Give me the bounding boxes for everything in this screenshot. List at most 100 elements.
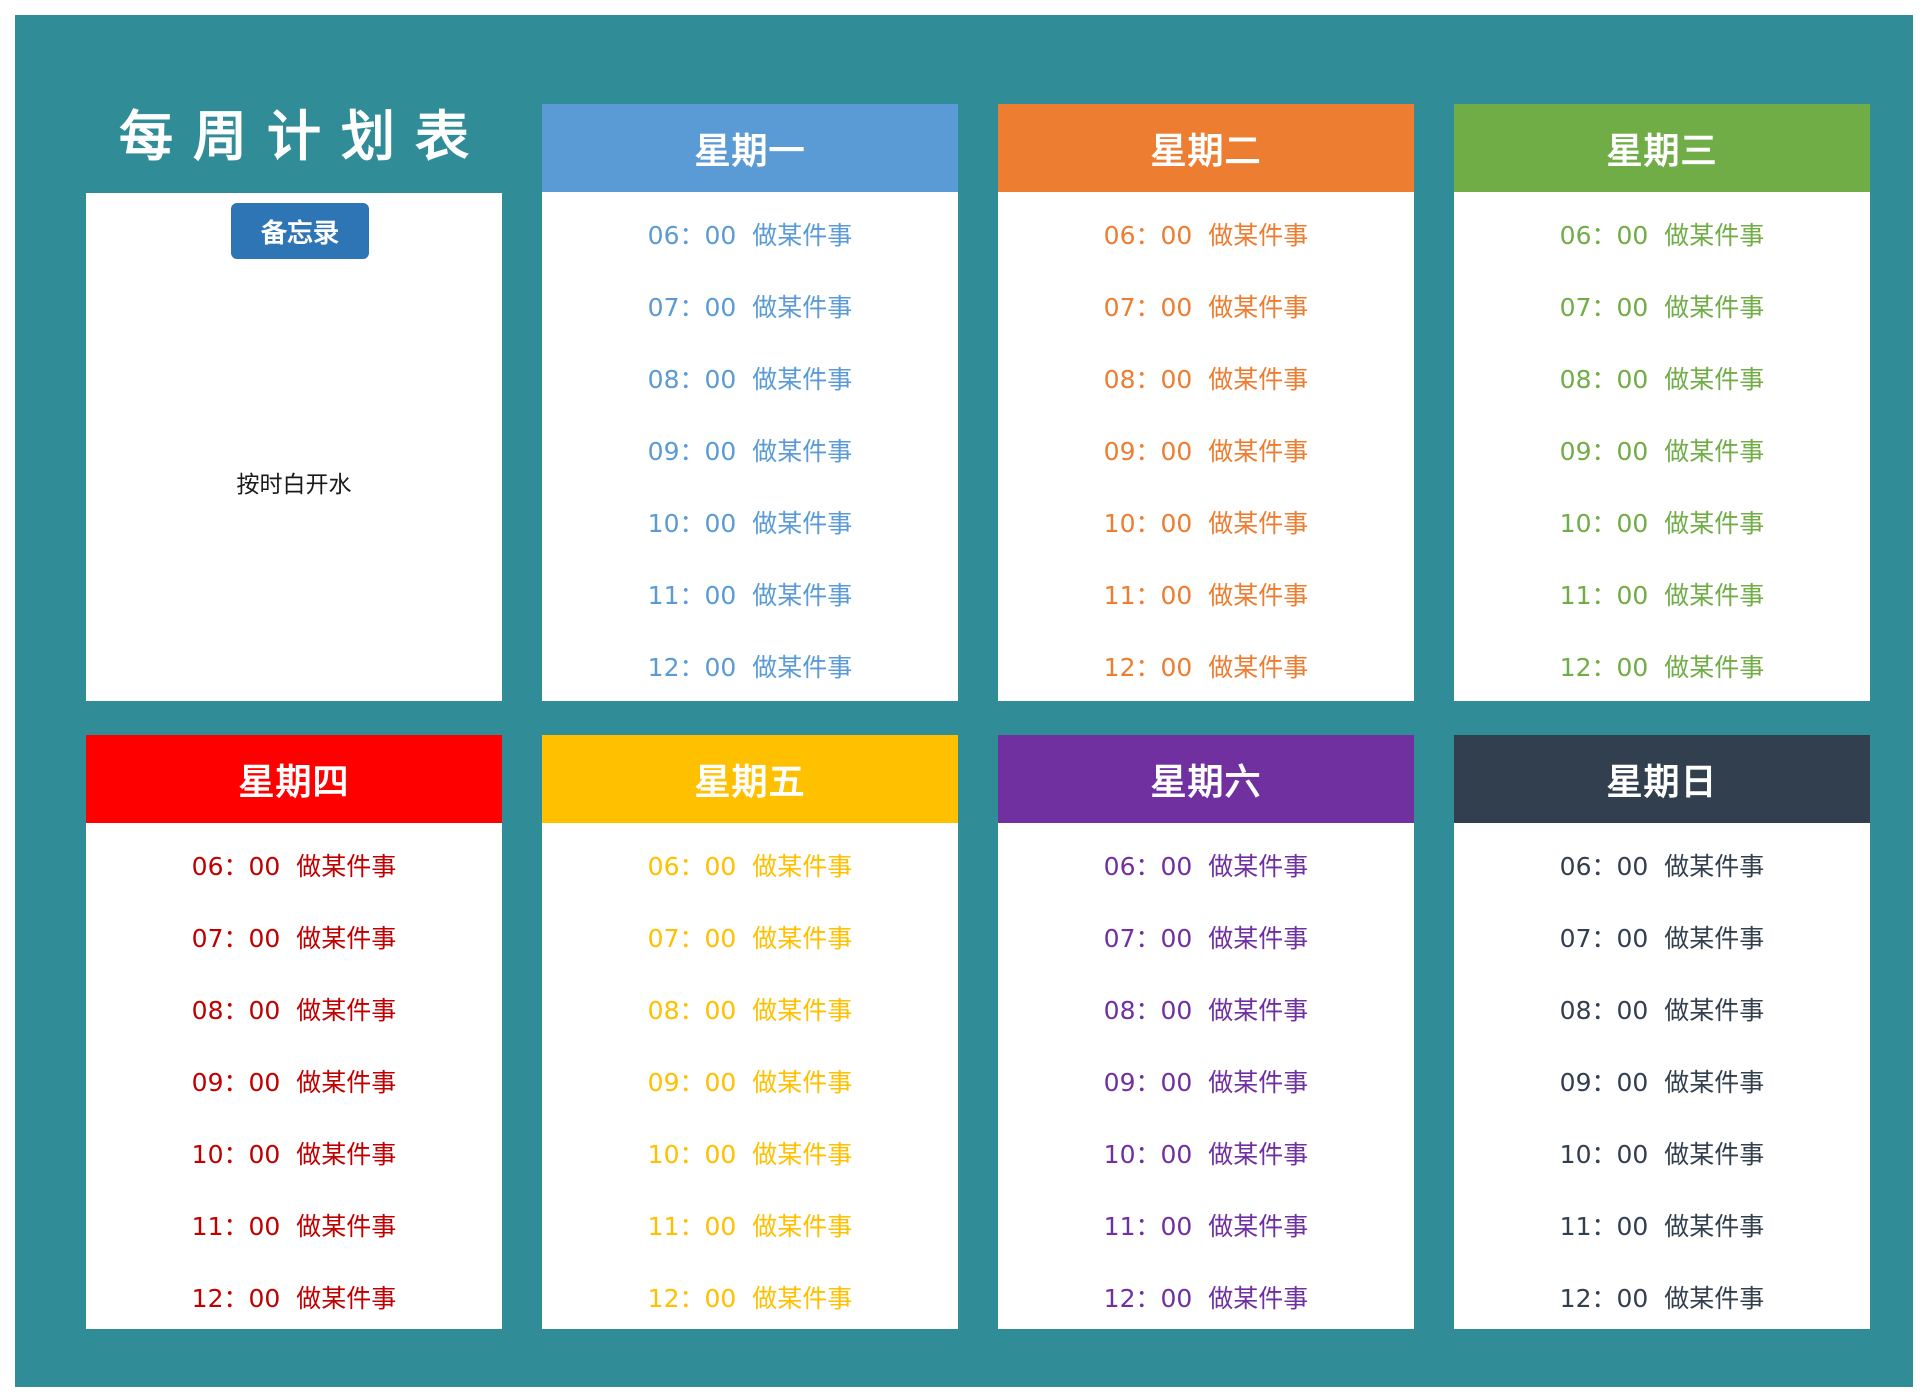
slot-task: 做某件事 (1208, 581, 1309, 610)
schedule-item[interactable]: 12：00 做某件事 (998, 1261, 1414, 1333)
slot-time: 07：00 (1559, 924, 1649, 953)
memo-button[interactable]: 备忘录 (231, 203, 369, 259)
slot-task: 做某件事 (1664, 852, 1765, 881)
schedule-item[interactable]: 10：00 做某件事 (542, 486, 958, 558)
slot-time: 10：00 (647, 1140, 737, 1169)
schedule-item[interactable]: 08：00 做某件事 (998, 973, 1414, 1045)
schedule-item[interactable]: 08：00 做某件事 (1454, 973, 1870, 1045)
schedule-item[interactable]: 08：00 做某件事 (542, 973, 958, 1045)
slot-task: 做某件事 (1208, 996, 1309, 1025)
schedule-item[interactable]: 10：00 做某件事 (1454, 486, 1870, 558)
slot-task: 做某件事 (1664, 509, 1765, 538)
schedule-item[interactable]: 10：00 做某件事 (542, 1117, 958, 1189)
schedule-item[interactable]: 06：00 做某件事 (1454, 829, 1870, 901)
schedule-item[interactable]: 08：00 做某件事 (1454, 342, 1870, 414)
schedule-item[interactable]: 10：00 做某件事 (1454, 1117, 1870, 1189)
slot-task: 做某件事 (1664, 996, 1765, 1025)
slot-time: 10：00 (191, 1140, 281, 1169)
schedule-item[interactable]: 08：00 做某件事 (998, 342, 1414, 414)
slot-task: 做某件事 (752, 1068, 853, 1097)
schedule-item[interactable]: 11：00 做某件事 (86, 1189, 502, 1261)
slot-time: 07：00 (647, 924, 737, 953)
page-title: 每周计划表 (119, 104, 489, 168)
slot-task: 做某件事 (752, 1284, 853, 1313)
slot-task: 做某件事 (1208, 1212, 1309, 1241)
slot-time: 07：00 (647, 293, 737, 322)
schedule-item[interactable]: 06：00 做某件事 (542, 198, 958, 270)
day-header: 星期二 (998, 104, 1414, 192)
slot-task: 做某件事 (1664, 924, 1765, 953)
schedule-item[interactable]: 07：00 做某件事 (998, 901, 1414, 973)
day-card-friday: 星期五 06：00 做某件事 07：00 做某件事 08：00 做某件事 09：00 做某件事 1… (542, 735, 958, 1329)
schedule-list: 06：00 做某件事 07：00 做某件事 08：00 做某件事 09：00 做某件事 10：0… (542, 192, 958, 702)
schedule-list: 06：00 做某件事 07：00 做某件事 08：00 做某件事 09：00 做某件事 10：0… (86, 823, 502, 1333)
slot-time: 06：00 (647, 221, 737, 250)
slot-task: 做某件事 (1208, 1068, 1309, 1097)
schedule-item[interactable]: 06：00 做某件事 (998, 829, 1414, 901)
day-card-thursday: 星期四 06：00 做某件事 07：00 做某件事 08：00 做某件事 09：00 做某件事 1… (86, 735, 502, 1329)
schedule-item[interactable]: 09：00 做某件事 (998, 1045, 1414, 1117)
slot-task: 做某件事 (296, 852, 397, 881)
schedule-item[interactable]: 11：00 做某件事 (998, 558, 1414, 630)
memo-note[interactable]: 按时白开水 (86, 465, 502, 499)
schedule-list: 06：00 做某件事 07：00 做某件事 08：00 做某件事 09：00 做某件事 10：0… (542, 823, 958, 1333)
slot-time: 08：00 (1103, 365, 1193, 394)
schedule-item[interactable]: 12：00 做某件事 (998, 630, 1414, 702)
schedule-item[interactable]: 09：00 做某件事 (86, 1045, 502, 1117)
schedule-item[interactable]: 09：00 做某件事 (542, 414, 958, 486)
schedule-list: 06：00 做某件事 07：00 做某件事 08：00 做某件事 09：00 做某件事 10：0… (998, 192, 1414, 702)
slot-task: 做某件事 (752, 509, 853, 538)
schedule-item[interactable]: 11：00 做某件事 (1454, 1189, 1870, 1261)
slot-time: 11：00 (647, 1212, 737, 1241)
slot-task: 做某件事 (752, 1140, 853, 1169)
schedule-item[interactable]: 11：00 做某件事 (542, 1189, 958, 1261)
slot-time: 07：00 (1559, 293, 1649, 322)
schedule-item[interactable]: 11：00 做某件事 (998, 1189, 1414, 1261)
slot-task: 做某件事 (1664, 221, 1765, 250)
slot-time: 09：00 (1559, 1068, 1649, 1097)
slot-task: 做某件事 (1208, 653, 1309, 682)
schedule-item[interactable]: 09：00 做某件事 (1454, 414, 1870, 486)
schedule-item[interactable]: 10：00 做某件事 (998, 486, 1414, 558)
schedule-item[interactable]: 06：00 做某件事 (1454, 198, 1870, 270)
slot-time: 07：00 (1103, 924, 1193, 953)
schedule-item[interactable]: 10：00 做某件事 (998, 1117, 1414, 1189)
schedule-item[interactable]: 07：00 做某件事 (86, 901, 502, 973)
slot-task: 做某件事 (296, 996, 397, 1025)
schedule-item[interactable]: 08：00 做某件事 (542, 342, 958, 414)
slot-time: 09：00 (1559, 437, 1649, 466)
slot-time: 07：00 (1103, 293, 1193, 322)
schedule-item[interactable]: 09：00 做某件事 (542, 1045, 958, 1117)
slot-time: 10：00 (1103, 1140, 1193, 1169)
schedule-item[interactable]: 12：00 做某件事 (1454, 1261, 1870, 1333)
slot-time: 09：00 (1103, 1068, 1193, 1097)
schedule-item[interactable]: 07：00 做某件事 (1454, 270, 1870, 342)
schedule-item[interactable]: 11：00 做某件事 (542, 558, 958, 630)
schedule-item[interactable]: 09：00 做某件事 (1454, 1045, 1870, 1117)
slot-task: 做某件事 (1664, 1140, 1765, 1169)
schedule-item[interactable]: 06：00 做某件事 (998, 198, 1414, 270)
schedule-item[interactable]: 12：00 做某件事 (86, 1261, 502, 1333)
schedule-item[interactable]: 08：00 做某件事 (86, 973, 502, 1045)
day-header: 星期四 (86, 735, 502, 823)
schedule-item[interactable]: 06：00 做某件事 (542, 829, 958, 901)
slot-task: 做某件事 (1208, 221, 1309, 250)
schedule-item[interactable]: 12：00 做某件事 (542, 630, 958, 702)
schedule-item[interactable]: 10：00 做某件事 (86, 1117, 502, 1189)
schedule-item[interactable]: 09：00 做某件事 (998, 414, 1414, 486)
slot-task: 做某件事 (1208, 924, 1309, 953)
slot-time: 06：00 (1103, 221, 1193, 250)
day-header: 星期五 (542, 735, 958, 823)
schedule-item[interactable]: 07：00 做某件事 (1454, 901, 1870, 973)
schedule-item[interactable]: 07：00 做某件事 (542, 270, 958, 342)
schedule-item[interactable]: 12：00 做某件事 (542, 1261, 958, 1333)
slot-time: 08：00 (1103, 996, 1193, 1025)
schedule-item[interactable]: 11：00 做某件事 (1454, 558, 1870, 630)
slot-time: 09：00 (647, 1068, 737, 1097)
schedule-item[interactable]: 07：00 做某件事 (542, 901, 958, 973)
slot-task: 做某件事 (752, 293, 853, 322)
schedule-item[interactable]: 07：00 做某件事 (998, 270, 1414, 342)
schedule-item[interactable]: 06：00 做某件事 (86, 829, 502, 901)
slot-time: 06：00 (191, 852, 281, 881)
schedule-item[interactable]: 12：00 做某件事 (1454, 630, 1870, 702)
